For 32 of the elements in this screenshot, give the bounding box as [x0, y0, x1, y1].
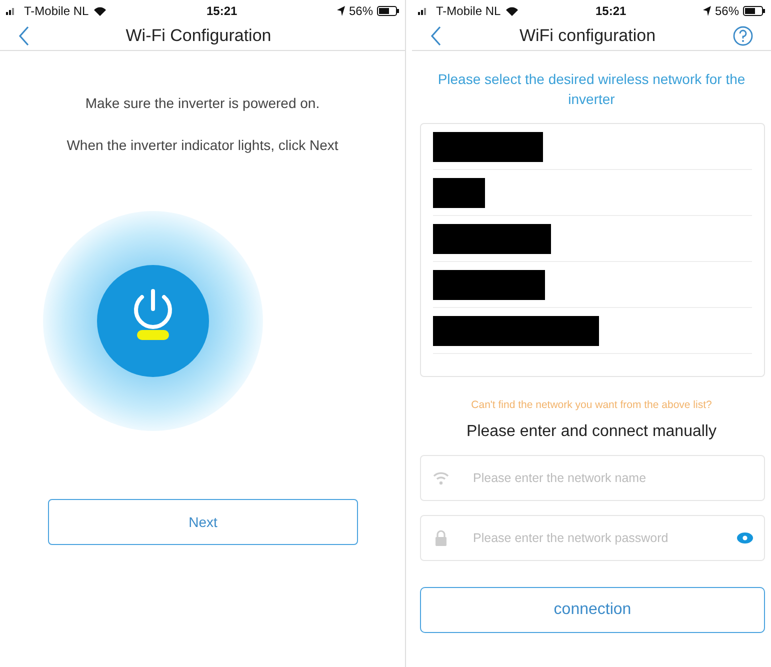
location-arrow-icon [702, 6, 711, 16]
battery-icon [743, 6, 765, 16]
location-arrow-icon [336, 6, 345, 16]
network-name-field[interactable]: Please enter the network name [420, 455, 765, 501]
back-icon[interactable] [18, 26, 30, 46]
clock-time: 15:21 [205, 4, 238, 18]
redacted-network-name[interactable] [433, 224, 551, 254]
screen-title: WiFi configuration [518, 26, 657, 46]
instruction-text: When the inverter indicator lights, click Next [66, 137, 340, 153]
wifi-icon [92, 6, 107, 16]
help-icon[interactable] [733, 26, 753, 46]
wifi-icon [504, 6, 519, 16]
connection-button[interactable]: connection [420, 587, 765, 633]
next-button[interactable]: Next [48, 499, 358, 545]
manual-label: Please enter and connect manually [466, 423, 718, 441]
battery-icon [377, 6, 399, 16]
redacted-network-name[interactable] [433, 270, 545, 300]
carrier-name: T-Mobile NL [436, 4, 501, 18]
hint-text: Can't find the network you want from the above list? [470, 399, 713, 411]
battery-percentage: 56% [714, 4, 739, 18]
clock-time: 15:21 [594, 4, 628, 18]
eye-icon[interactable] [737, 532, 753, 544]
battery-percentage: 56% [348, 4, 373, 18]
redacted-network-name[interactable] [433, 132, 543, 162]
carrier-name: T-Mobile NL [24, 4, 89, 18]
redacted-network-name[interactable] [433, 178, 485, 208]
network-password-field[interactable]: Please enter the network password [420, 515, 765, 561]
redacted-network-name[interactable] [433, 316, 599, 346]
instruction-text: Make sure the inverter is powered on. [84, 95, 321, 111]
screen-title: Wi-Fi Configuration [124, 26, 272, 46]
network-prompt: Please select the desired wireless network for the inverter [436, 70, 746, 109]
back-icon[interactable] [430, 26, 442, 46]
